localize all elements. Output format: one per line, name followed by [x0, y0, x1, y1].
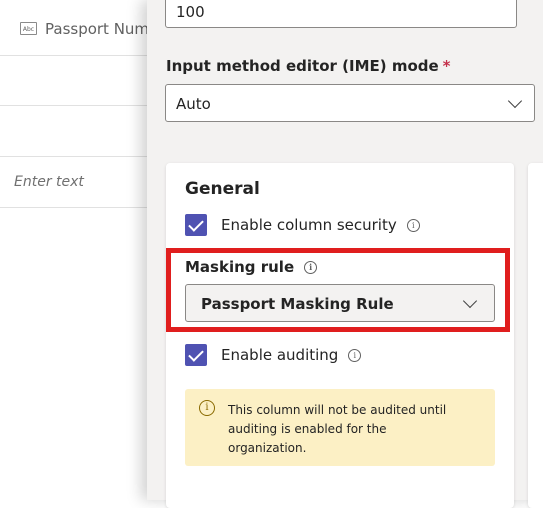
audit-notice-banner: i This column will not be audited until … [185, 389, 495, 466]
info-icon[interactable]: i [304, 260, 318, 274]
cell-placeholder[interactable]: Enter text [14, 174, 84, 190]
general-section-card: General Enable column security i Masking… [166, 163, 514, 508]
general-section-title: General [185, 179, 260, 199]
enable-column-security-label: Enable column security [221, 216, 397, 234]
ime-mode-label: Input method editor (IME) mode * [166, 57, 451, 75]
chevron-down-icon [507, 93, 523, 109]
adjacent-section-card [528, 163, 543, 508]
background-table: Abc Passport Num Enter text [0, 0, 150, 500]
max-length-input[interactable]: 100 [165, 0, 517, 28]
max-length-value: 100 [176, 3, 205, 21]
enable-column-security-row[interactable]: Enable column security i [185, 214, 420, 236]
info-icon[interactable]: i [406, 218, 420, 232]
column-header-passport-number[interactable]: Passport Num [45, 20, 149, 38]
audit-notice-text: This column will not be audited until au… [228, 403, 447, 455]
enable-column-security-checkbox[interactable] [185, 214, 207, 236]
ime-mode-label-text: Input method editor (IME) mode [166, 57, 439, 75]
table-row[interactable] [0, 106, 150, 157]
table-header: Abc Passport Num [0, 0, 150, 56]
enable-auditing-checkbox[interactable] [185, 344, 207, 366]
masking-rule-label: Masking rule i [185, 258, 318, 276]
required-marker: * [442, 57, 451, 75]
text-column-icon: Abc [20, 22, 37, 35]
ime-mode-dropdown[interactable]: Auto [165, 84, 535, 122]
column-properties-panel: 100 Input method editor (IME) mode * Auto… [147, 0, 543, 508]
masking-rule-label-text: Masking rule [185, 258, 295, 276]
enable-auditing-row[interactable]: Enable auditing i [185, 344, 362, 366]
table-row[interactable] [0, 55, 150, 106]
masking-rule-dropdown[interactable]: Passport Masking Rule [185, 284, 495, 322]
ime-mode-value: Auto [176, 95, 211, 113]
table-row[interactable]: Enter text [0, 157, 150, 208]
info-circle-icon: i [199, 400, 215, 416]
chevron-down-icon [462, 293, 478, 309]
masking-rule-value: Passport Masking Rule [201, 295, 394, 313]
info-icon[interactable]: i [348, 348, 362, 362]
enable-auditing-label: Enable auditing [221, 346, 339, 364]
